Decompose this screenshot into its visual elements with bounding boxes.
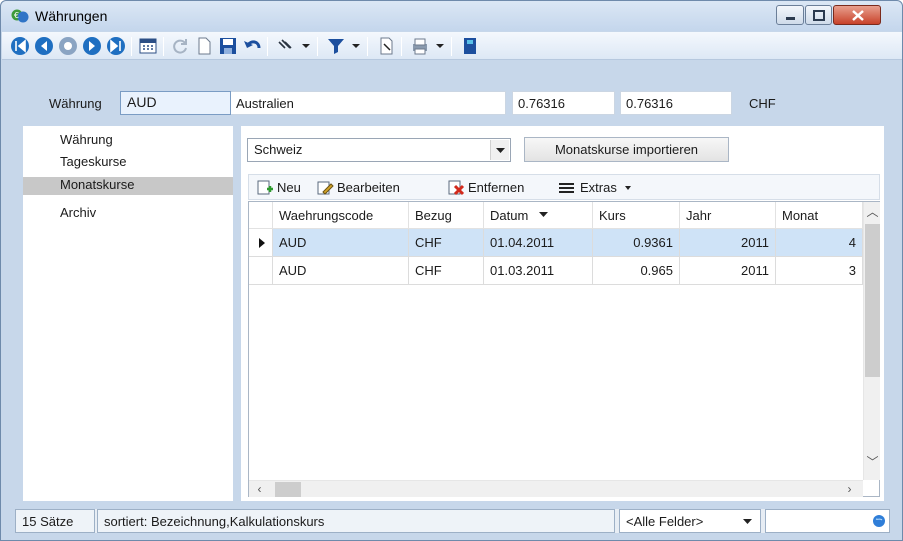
- column-header-monat[interactable]: Monat: [776, 202, 863, 229]
- cell-datum[interactable]: 01.04.2011: [484, 229, 593, 257]
- cell-bezug[interactable]: CHF: [409, 257, 484, 285]
- delete-icon: [448, 180, 465, 196]
- chevron-down-icon: [496, 148, 505, 153]
- column-header-waehrungscode[interactable]: Waehrungscode: [273, 202, 409, 229]
- calculator-icon[interactable]: [138, 36, 158, 56]
- remove-button-label: Entfernen: [468, 180, 525, 195]
- monthly-rates-grid: Waehrungscode Bezug Datum Kurs Jahr Mona…: [248, 201, 880, 497]
- print-preview-icon[interactable]: [376, 36, 396, 56]
- scroll-down-icon[interactable]: ﹀: [864, 454, 881, 471]
- vertical-scrollbar[interactable]: ︿ ﹀: [863, 202, 880, 480]
- reload-icon[interactable]: [170, 36, 190, 56]
- chevron-down-icon: [743, 519, 752, 524]
- scroll-left-icon[interactable]: ‹: [251, 481, 268, 498]
- prev-page-icon[interactable]: [34, 36, 54, 56]
- main-toolbar: [2, 32, 902, 60]
- cell-code[interactable]: AUD: [273, 229, 409, 257]
- maximize-button[interactable]: [805, 5, 832, 25]
- print-icon[interactable]: [410, 36, 430, 56]
- country-select[interactable]: Schweiz: [247, 138, 511, 162]
- edit-icon: [317, 181, 334, 195]
- scroll-up-icon[interactable]: ︿: [864, 204, 881, 221]
- edit-button-label: Bearbeiten: [337, 180, 400, 195]
- new-doc-icon[interactable]: [194, 36, 214, 56]
- cell-jahr[interactable]: 2011: [680, 257, 776, 285]
- field-filter-select[interactable]: <Alle Felder>: [619, 509, 761, 533]
- currency-code-input[interactable]: AUD: [120, 91, 231, 115]
- svg-text:€: €: [14, 11, 19, 20]
- save-icon[interactable]: [218, 36, 238, 56]
- cell-code[interactable]: AUD: [273, 257, 409, 285]
- grid-toolbar: Neu Bearbeiten Entfernen Extras: [248, 174, 880, 200]
- column-header-kurs[interactable]: Kurs: [593, 202, 680, 229]
- cell-monat[interactable]: 4: [776, 229, 863, 257]
- base-currency-label: CHF: [749, 96, 776, 111]
- row-indicator: [249, 257, 273, 285]
- cell-bezug[interactable]: CHF: [409, 229, 484, 257]
- scroll-right-icon[interactable]: ›: [841, 481, 858, 498]
- title-bar: € Währungen: [1, 1, 902, 31]
- field-filter-value: <Alle Felder>: [626, 514, 704, 529]
- import-monthly-rates-button[interactable]: Monatskurse importieren: [524, 137, 729, 162]
- nav-item-waehrung[interactable]: Währung: [23, 132, 233, 150]
- cell-kurs[interactable]: 0.9361: [593, 229, 680, 257]
- menu-icon: [559, 183, 574, 193]
- close-button[interactable]: [833, 5, 881, 25]
- edit-button[interactable]: Bearbeiten: [317, 179, 400, 197]
- minimize-button[interactable]: [776, 5, 804, 25]
- pin-icon[interactable]: [276, 36, 296, 56]
- country-name-field: Australien: [231, 91, 506, 115]
- horizontal-scrollbar[interactable]: ‹ ›: [249, 480, 863, 497]
- globe-icon[interactable]: [872, 514, 886, 528]
- new-button-label: Neu: [277, 180, 301, 195]
- rate-field-1: 0.76316: [512, 91, 615, 115]
- dropdown-arrow-icon: [625, 186, 632, 190]
- new-record-icon: [257, 180, 273, 195]
- cell-datum[interactable]: 01.03.2011: [484, 257, 593, 285]
- cell-monat[interactable]: 3: [776, 257, 863, 285]
- close-icon: [852, 10, 864, 21]
- horizontal-scroll-thumb[interactable]: [275, 482, 301, 497]
- record-count: 15 Sätze: [15, 509, 95, 533]
- refresh-circle-icon[interactable]: [58, 36, 78, 56]
- row-indicator: [249, 229, 273, 257]
- column-header-bezug[interactable]: Bezug: [409, 202, 484, 229]
- currency-window: € Währungen Währung AUD Australien 0.763…: [0, 0, 903, 541]
- current-row-arrow-icon: [259, 238, 265, 248]
- window-title: Währungen: [35, 8, 108, 24]
- last-record-icon[interactable]: [106, 36, 126, 56]
- next-icon[interactable]: [82, 36, 102, 56]
- undo-icon[interactable]: [242, 36, 262, 56]
- country-select-arrow[interactable]: [490, 140, 509, 160]
- maximize-icon: [813, 10, 825, 21]
- cell-kurs[interactable]: 0.965: [593, 257, 680, 285]
- extras-menu-button[interactable]: Extras: [558, 179, 633, 197]
- column-header-datum-label: Datum: [490, 208, 529, 223]
- extras-label: Extras: [580, 180, 617, 195]
- sort-status: sortiert: Bezeichnung,Kalkulationskurs: [97, 509, 615, 533]
- filter-icon[interactable]: [326, 36, 346, 56]
- nav-item-archiv[interactable]: Archiv: [23, 205, 233, 223]
- row-indicator-header: [249, 202, 273, 229]
- nav-item-monatskurse[interactable]: Monatskurse: [23, 177, 233, 195]
- first-record-icon[interactable]: [10, 36, 30, 56]
- book-icon[interactable]: [460, 36, 480, 56]
- left-navigation: Währung Tageskurse Monatskurse Archiv: [23, 126, 233, 501]
- sort-desc-icon: [538, 212, 548, 217]
- cell-jahr[interactable]: 2011: [680, 229, 776, 257]
- currency-app-icon: €: [11, 9, 29, 23]
- vertical-scroll-thumb[interactable]: [865, 224, 880, 377]
- remove-button[interactable]: Entfernen: [448, 179, 524, 197]
- column-header-jahr[interactable]: Jahr: [680, 202, 776, 229]
- currency-label: Währung: [49, 96, 102, 111]
- minimize-icon: [786, 17, 795, 20]
- nav-item-tageskurse[interactable]: Tageskurse: [23, 154, 233, 172]
- status-bar: 15 Sätze sortiert: Bezeichnung,Kalkulati…: [15, 509, 890, 533]
- rate-field-2: 0.76316: [620, 91, 732, 115]
- new-button[interactable]: Neu: [257, 179, 301, 197]
- column-header-datum[interactable]: Datum: [484, 202, 593, 229]
